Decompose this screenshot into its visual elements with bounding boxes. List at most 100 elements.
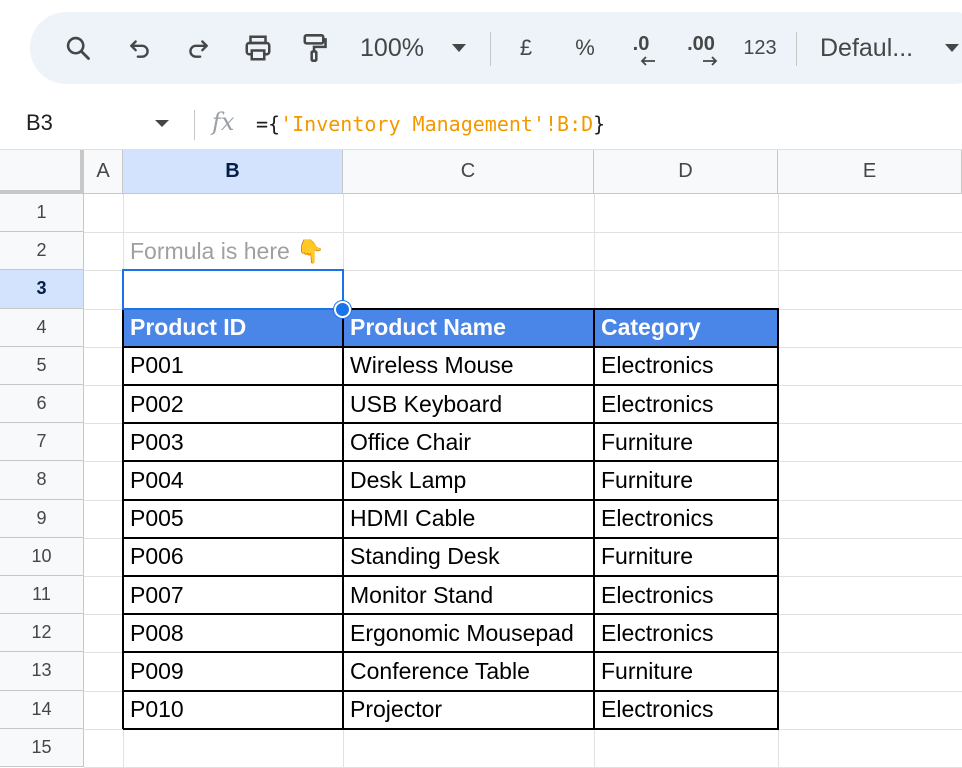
table-cell[interactable]: P007 [123,576,343,614]
table-cell[interactable]: Furniture [594,423,778,461]
column-header-d[interactable]: D [594,150,778,194]
table-cell[interactable]: Monitor Stand [343,576,594,614]
formula-prefix: ={ [256,112,281,136]
currency-format-button[interactable]: £ [514,12,538,84]
zoom-select[interactable]: 100% [356,12,428,84]
table-border [123,345,779,348]
fill-handle[interactable] [334,300,351,318]
table-border [123,613,779,616]
row-header-10[interactable]: 10 [0,537,84,576]
table-cell[interactable]: P009 [123,652,343,690]
table-cell[interactable]: Furniture [594,538,778,576]
row-header-5[interactable]: 5 [0,346,84,385]
spreadsheet-grid[interactable]: A B C D E 1 2 3 4 5 6 7 8 9 10 11 12 13 14 15 Formula is her… [0,150,962,768]
row-header-9[interactable]: 9 [0,499,84,538]
row-header-8[interactable]: 8 [0,461,84,500]
table-cell[interactable]: Electronics [594,576,778,614]
paint-format-icon[interactable] [296,12,332,84]
undo-icon[interactable] [122,12,158,84]
row-header-11[interactable]: 11 [0,576,84,615]
search-icon[interactable] [60,12,96,84]
table-cell[interactable]: P005 [123,500,343,538]
decrease-decimal-button[interactable]: .0 [622,12,660,84]
table-cell[interactable]: Electronics [594,347,778,385]
table-header-cell[interactable]: Product ID [123,309,343,347]
table-cell[interactable]: Electronics [594,500,778,538]
table-cell[interactable]: Ergonomic Mousepad [343,614,594,652]
row-header-13[interactable]: 13 [0,652,84,691]
formula-bar-separator [194,110,195,140]
table-border [123,422,779,425]
formula-suffix: } [593,112,606,136]
table-cell[interactable]: Projector [343,691,594,729]
row-header-2[interactable]: 2 [0,232,84,271]
arrow-right-icon [703,56,718,66]
note-text: Formula is here 👇 [130,237,325,264]
column-header-a[interactable]: A [84,150,123,194]
column-header-b[interactable]: B [123,150,343,194]
percent-label: % [575,35,595,60]
font-dropdown-icon[interactable] [942,12,962,84]
table-border [123,689,779,692]
table-cell[interactable]: Desk Lamp [343,461,594,499]
arrow-left-icon [640,56,655,66]
table-border [123,384,779,386]
row-header-1[interactable]: 1 [0,194,84,233]
row-header-6[interactable]: 6 [0,385,84,424]
select-all-corner[interactable] [0,150,84,194]
row-header-7[interactable]: 7 [0,423,84,462]
table-cell[interactable]: Furniture [594,461,778,499]
table-cell[interactable]: P008 [123,614,343,652]
zoom-value: 100% [360,33,424,62]
table-cell[interactable]: Furniture [594,652,778,690]
formula-string: 'Inventory Management'!B:D [280,112,594,136]
table-cell[interactable]: P006 [123,538,343,576]
table-cell[interactable]: P010 [123,691,343,729]
table-border [593,307,595,729]
row-header-12[interactable]: 12 [0,614,84,653]
font-value: Defaul... [820,33,914,62]
table-border [123,498,779,501]
table-cell[interactable]: P002 [123,385,343,423]
table-header-cell[interactable]: Product Name [343,309,594,347]
row-header-14[interactable]: 14 [0,690,84,729]
table-cell[interactable]: P004 [123,461,343,499]
table-cell[interactable]: Electronics [594,691,778,729]
increase-decimal-button[interactable]: .00 [680,12,722,84]
toolbar: 100% £ % .0 .00 123 Defaul... [30,12,962,84]
formula-input[interactable]: ={'Inventory Management'!B:D} [256,112,605,136]
row-header-3[interactable]: 3 [0,270,84,309]
toolbar-separator [796,32,797,66]
formula-bar: B3 fx ={'Inventory Management'!B:D} [0,100,962,150]
table-cell[interactable]: HDMI Cable [343,500,594,538]
table-cell[interactable]: Conference Table [343,652,594,690]
print-icon[interactable] [238,12,278,84]
table-cell[interactable]: Electronics [594,614,778,652]
number-format-button[interactable]: 123 [740,12,780,84]
table-border [123,536,779,539]
decrease-decimal-label: .0 [632,32,650,55]
row-header-15[interactable]: 15 [0,728,84,767]
table-border [342,307,344,729]
table-cell[interactable]: Wireless Mouse [343,347,594,385]
table-cell[interactable]: P001 [123,347,343,385]
table-border [123,651,779,654]
name-box-dropdown-icon[interactable] [155,120,169,127]
redo-icon[interactable] [180,12,216,84]
row-header-4[interactable]: 4 [0,308,84,347]
selected-cell-b3[interactable] [122,269,344,310]
font-select[interactable]: Defaul... [820,12,930,84]
column-header-e[interactable]: E [778,150,962,194]
zoom-dropdown-icon[interactable] [448,12,470,84]
column-header-c[interactable]: C [343,150,594,194]
table-cell[interactable]: Standing Desk [343,538,594,576]
table-cell[interactable]: USB Keyboard [343,385,594,423]
table-cell[interactable]: Office Chair [343,423,594,461]
table-border [123,727,779,730]
table-cell[interactable]: Electronics [594,385,778,423]
increase-decimal-label: .00 [687,32,715,55]
name-box[interactable]: B3 [26,110,53,136]
percent-format-button[interactable]: % [570,12,600,84]
table-cell[interactable]: P003 [123,423,343,461]
table-header-cell[interactable]: Category [594,309,778,347]
